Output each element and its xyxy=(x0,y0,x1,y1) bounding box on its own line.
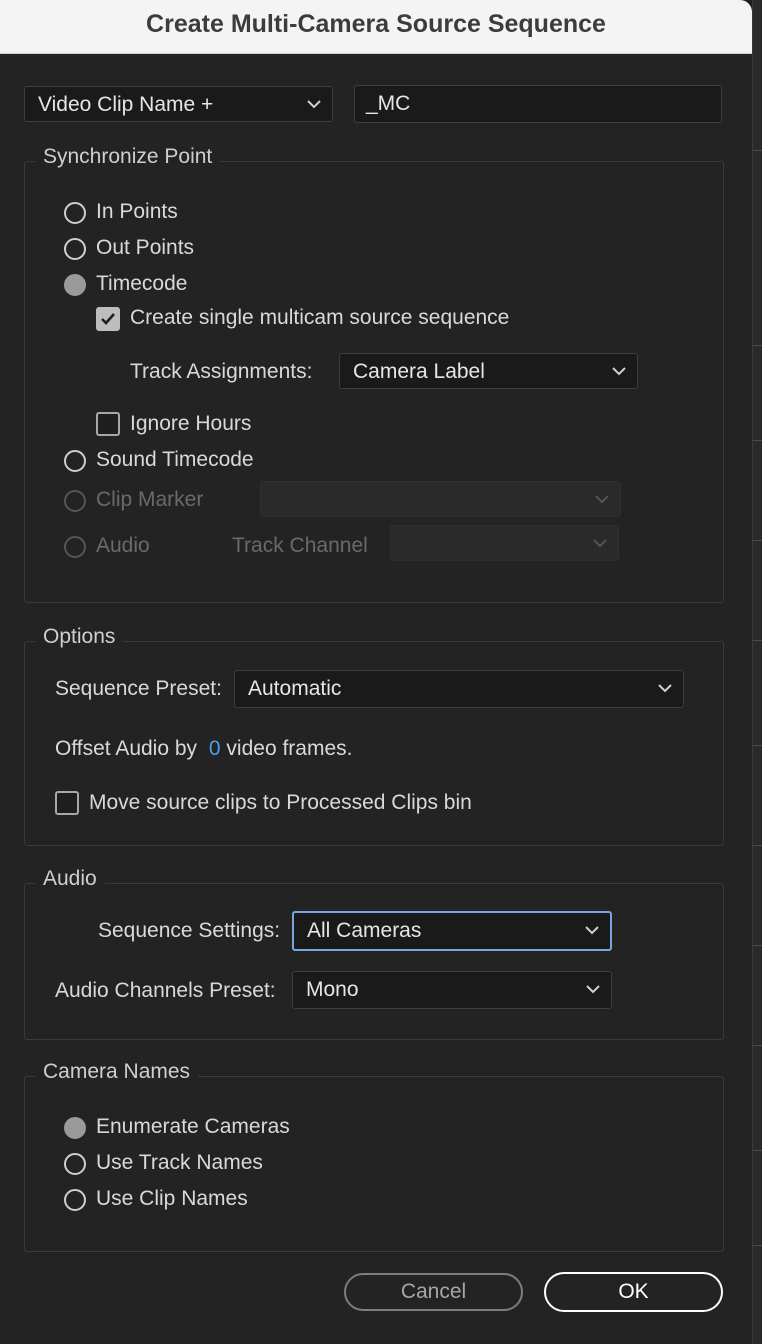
audio-group: Audio Sequence Settings: All Cameras Aud… xyxy=(24,867,724,1040)
clip-marker-label: Clip Marker xyxy=(96,488,204,511)
camera-names-legend: Camera Names xyxy=(35,1060,199,1084)
clip-marker-dropdown[interactable] xyxy=(260,481,621,517)
cancel-button[interactable]: Cancel xyxy=(344,1273,523,1311)
offset-value-scrub[interactable]: 0 xyxy=(209,737,221,760)
chevron-down-icon xyxy=(595,495,609,504)
sequence-preset-dropdown[interactable]: Automatic xyxy=(234,670,684,708)
audio-sync-label: Audio xyxy=(96,534,150,557)
channels-preset-dropdown[interactable]: Mono xyxy=(292,971,612,1009)
out-points-label: Out Points xyxy=(96,236,195,259)
clip-name-dropdown[interactable]: Video Clip Name + xyxy=(24,86,333,122)
sequence-settings-value: All Cameras xyxy=(307,919,422,942)
chevron-down-icon xyxy=(593,539,607,548)
enumerate-cameras-label: Enumerate Cameras xyxy=(96,1115,290,1138)
track-channel-dropdown[interactable] xyxy=(390,525,619,561)
background-window-strip xyxy=(752,0,762,1344)
create-single-checkbox[interactable] xyxy=(96,307,120,331)
sequence-preset-label: Sequence Preset: xyxy=(55,677,222,700)
track-assignments-label: Track Assignments: xyxy=(130,360,313,383)
use-clip-names-label: Use Clip Names xyxy=(96,1187,248,1210)
enumerate-cameras-radio[interactable] xyxy=(64,1117,86,1139)
camera-names-group: Camera Names Enumerate Cameras Use Track… xyxy=(24,1060,724,1252)
clip-name-value: Video Clip Name + xyxy=(38,93,214,116)
ok-button[interactable]: OK xyxy=(544,1272,723,1312)
sequence-settings-label: Sequence Settings: xyxy=(98,919,281,942)
timecode-label: Timecode xyxy=(96,272,188,295)
move-source-label: Move source clips to Processed Clips bin xyxy=(89,791,472,814)
sequence-preset-value: Automatic xyxy=(248,677,342,700)
chevron-down-icon xyxy=(585,926,599,935)
create-single-label: Create single multicam source sequence xyxy=(130,306,510,329)
use-track-names-radio[interactable] xyxy=(64,1153,86,1175)
sound-timecode-radio[interactable] xyxy=(64,450,86,472)
chevron-down-icon xyxy=(658,684,672,693)
use-track-names-label: Use Track Names xyxy=(96,1151,263,1174)
audio-legend: Audio xyxy=(35,867,105,891)
chevron-down-icon xyxy=(586,985,600,994)
checkmark-icon xyxy=(101,313,115,325)
offset-audio-text: Offset Audio by 0 video frames. xyxy=(55,737,352,761)
ignore-hours-checkbox[interactable] xyxy=(96,412,120,436)
audio-sync-radio[interactable] xyxy=(64,536,86,558)
in-points-radio[interactable] xyxy=(64,202,86,224)
track-assignments-value: Camera Label xyxy=(353,360,485,383)
suffix-input[interactable]: _MC xyxy=(354,85,722,123)
channels-preset-value: Mono xyxy=(306,978,359,1001)
sound-timecode-label: Sound Timecode xyxy=(96,448,254,471)
sequence-settings-dropdown[interactable]: All Cameras xyxy=(292,911,612,951)
synchronize-point-legend: Synchronize Point xyxy=(35,145,221,169)
chevron-down-icon xyxy=(612,367,626,376)
out-points-radio[interactable] xyxy=(64,238,86,260)
in-points-label: In Points xyxy=(96,200,178,223)
options-group: Options Sequence Preset: Automatic Offse… xyxy=(24,625,724,846)
timecode-radio[interactable] xyxy=(64,274,86,296)
chevron-down-icon xyxy=(307,100,321,109)
offset-prefix: Offset Audio by xyxy=(55,737,198,760)
track-assignments-dropdown[interactable]: Camera Label xyxy=(339,353,638,389)
ignore-hours-label: Ignore Hours xyxy=(130,412,252,435)
dialog-body: Video Clip Name + _MC Synchronize Point … xyxy=(0,54,752,1344)
title-bar: Create Multi-Camera Source Sequence xyxy=(0,0,752,54)
use-clip-names-radio[interactable] xyxy=(64,1189,86,1211)
synchronize-point-group: Synchronize Point In Points Out Points T… xyxy=(24,145,724,603)
track-channel-label: Track Channel xyxy=(232,534,368,557)
offset-suffix: video frames. xyxy=(226,737,353,760)
move-source-checkbox[interactable] xyxy=(55,791,79,815)
suffix-value: _MC xyxy=(366,92,411,115)
channels-preset-label: Audio Channels Preset: xyxy=(55,979,276,1002)
window-title: Create Multi-Camera Source Sequence xyxy=(146,10,606,38)
options-legend: Options xyxy=(35,625,124,649)
clip-marker-radio[interactable] xyxy=(64,490,86,512)
